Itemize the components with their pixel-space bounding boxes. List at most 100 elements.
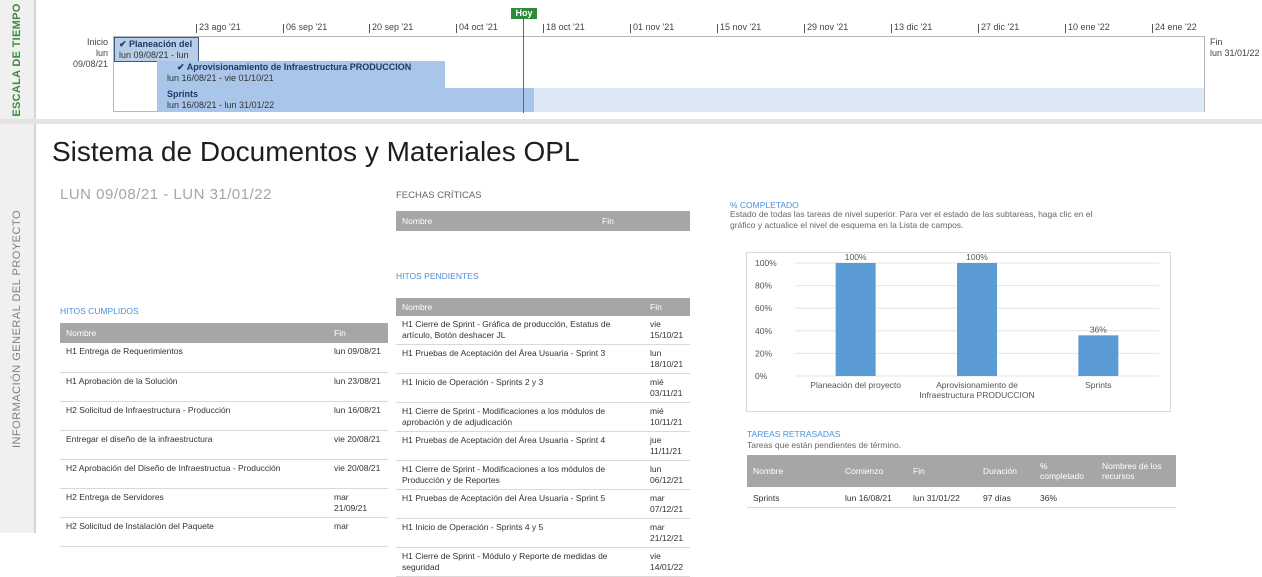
bar-data-label: 100%: [845, 253, 867, 262]
table-header-row: Nombre Fin: [60, 323, 388, 343]
cell-name: H1 Pruebas de Aceptación del Área Usuari…: [396, 431, 644, 461]
table-row[interactable]: H1 Inicio de Operación - Sprints 4 y 5 ma…: [396, 518, 690, 548]
table-header-row: Nombre Comienzo Fin Duración % completad…: [747, 455, 1176, 487]
column-header: Nombre: [60, 323, 328, 343]
column-header: Fin: [907, 455, 977, 487]
cell-end: lun 06/12/21: [644, 460, 690, 490]
cell-end: mar 21/12/21: [644, 518, 690, 548]
timeline-task-sprints[interactable]: Sprints lun 16/08/21 - lun 31/01/22: [157, 88, 534, 112]
cell-start: lun 16/08/21: [839, 487, 907, 508]
y-tick-label: 20%: [755, 348, 772, 358]
x-category-label: Aprovisionamiento de: [936, 380, 1018, 390]
timeline-side-label: ESCALA DE TIEMPO: [11, 2, 23, 117]
table-row[interactable]: H1 Cierre de Sprint - Modificaciones a l…: [396, 460, 690, 490]
x-category-label: Infraestructura PRODUCCION: [919, 390, 1034, 400]
cell-name: H2 Entrega de Servidores: [60, 488, 328, 518]
table-row[interactable]: H2 Entrega de Servidores mar 21/09/21: [60, 488, 388, 518]
cell-name: H2 Aprobación del Diseño de Infraestruct…: [60, 459, 328, 489]
completion-chart-svg[interactable]: 0% 20% 40% 60% 80% 100% 100% Planeación del pro…: [747, 252, 1172, 413]
cell-name: H1 Pruebas de Aceptación del Área Usuari…: [396, 344, 644, 374]
task-name: ✔ Planeación del: [119, 39, 193, 49]
y-tick-label: 80%: [755, 281, 772, 291]
timeline-tick: 04 oct '21: [456, 22, 498, 33]
cell-name: H1 Entrega de Requerimientos: [60, 343, 328, 373]
cell-name: H1 Cierre de Sprint - Modificaciones a l…: [396, 460, 644, 490]
table-row[interactable]: Sprints lun 16/08/21 lun 31/01/22 97 día…: [747, 487, 1176, 508]
cell-end: mié 03/11/21: [644, 373, 690, 403]
y-tick-label: 60%: [755, 303, 772, 313]
hitos-cumplidos-table[interactable]: Nombre Fin H1 Entrega de Requerimientos l…: [60, 323, 388, 547]
timeline-task-aprovisionamiento[interactable]: ✔ Aprovisionamiento de Infraestructura P…: [157, 61, 445, 88]
cell-end: lun 16/08/21: [328, 401, 388, 431]
today-line: [523, 19, 524, 113]
table-row[interactable]: H1 Pruebas de Aceptación del Área Usuari…: [396, 431, 690, 461]
table-row[interactable]: H1 Inicio de Operación - Sprints 2 y 3 mi…: [396, 373, 690, 403]
tareas-retrasadas-table[interactable]: Nombre Comienzo Fin Duración % completad…: [747, 455, 1176, 508]
table-row[interactable]: H1 Entrega de Requerimientos lun 09/08/21: [60, 343, 388, 373]
column-header: Fin: [644, 298, 690, 316]
table-row[interactable]: H1 Aprobación de la Solución lun 23/08/21: [60, 372, 388, 402]
timeline-tick: 24 ene '22: [1152, 22, 1197, 33]
timeline-end-label: Fin: [1210, 37, 1223, 47]
table-row[interactable]: H1 Pruebas de Aceptación del Área Usuari…: [396, 344, 690, 374]
timeline-tick: 06 sep '21: [282, 22, 328, 33]
task-name: ✔ Aprovisionamiento de Infraestructura P…: [177, 62, 412, 72]
tareas-retrasadas-label: TAREAS RETRASADAS: [747, 429, 841, 439]
cell-name: H2 Solicitud de Instalación del Paquete: [60, 517, 328, 547]
cell-end: vie 20/08/21: [328, 459, 388, 489]
cell-end: lun 23/08/21: [328, 372, 388, 402]
timeline-start-date: lun 09/08/21: [72, 48, 108, 69]
timeline-start-label: Inicio: [86, 37, 108, 47]
timeline-end: Fin lun 31/01/22: [1210, 37, 1260, 59]
cell-end: vie 20/08/21: [328, 430, 388, 460]
column-header: Nombres de los recursos: [1096, 455, 1176, 487]
timeline-end-date: lun 31/01/22: [1210, 48, 1260, 58]
timeline-tick: 10 ene '22: [1065, 22, 1110, 33]
table-row[interactable]: H1 Cierre de Sprint - Módulo y Reporte d…: [396, 547, 690, 577]
table-row[interactable]: Entregar el diseño de la infraestructura…: [60, 430, 388, 460]
cell-name: H1 Inicio de Operación - Sprints 2 y 3: [396, 373, 644, 403]
table-row[interactable]: H2 Solicitud de Infraestructura - Produc…: [60, 401, 388, 431]
cell-percent: 36%: [1034, 487, 1096, 508]
cell-end: jue 11/11/21: [644, 431, 690, 461]
timeline-tick: 18 oct '21: [543, 22, 585, 33]
task-dates: lun 16/08/21 - lun 31/01/22: [167, 100, 275, 110]
sprint-remaining-bar: [534, 88, 1204, 112]
cell-end: mar 21/09/21: [328, 488, 388, 518]
table-row[interactable]: H1 Cierre de Sprint - Gráfica de producc…: [396, 316, 690, 345]
bar: [835, 263, 876, 376]
timeline-task-planeacion[interactable]: ✔ Planeación del lun 09/08/21 - lun: [114, 37, 199, 62]
timeline-start: Inicio lun 09/08/21: [60, 37, 108, 70]
hitos-pendientes-table[interactable]: Nombre Fin H1 Cierre de Sprint - Gráfica…: [396, 298, 690, 577]
today-marker[interactable]: Hoy: [511, 8, 537, 19]
bar: [1078, 335, 1119, 376]
x-category-label: Sprints: [1085, 380, 1111, 390]
timeline-tick: 13 dic '21: [890, 22, 933, 33]
cell-name: H1 Inicio de Operación - Sprints 4 y 5: [396, 518, 644, 548]
x-category-label: Planeación del proyecto: [810, 380, 901, 390]
task-dates: lun 16/08/21 - vie 01/10/21: [167, 73, 274, 83]
table-row[interactable]: H2 Aprobación del Diseño de Infraestruct…: [60, 459, 388, 489]
cell-name: H1 Cierre de Sprint - Modificaciones a l…: [396, 402, 644, 432]
column-header: Duración: [977, 455, 1034, 487]
project-side-label: INFORMACIÓN GENERAL DEL PROYECTO: [11, 209, 23, 448]
fechas-criticas-table[interactable]: Nombre Fin: [396, 211, 690, 231]
column-header: Nombre: [747, 455, 839, 487]
cell-name: H1 Aprobación de la Solución: [60, 372, 328, 402]
hitos-cumplidos-label: HITOS CUMPLIDOS: [60, 306, 139, 316]
table-row[interactable]: H1 Cierre de Sprint - Modificaciones a l…: [396, 402, 690, 432]
cell-duration: 97 días: [977, 487, 1034, 508]
table-row[interactable]: H1 Pruebas de Aceptación del Área Usuari…: [396, 489, 690, 519]
report-title[interactable]: Sistema de Documentos y Materiales OPL: [52, 136, 580, 168]
timeline-tick: 29 nov '21: [803, 22, 849, 33]
timeline-tick: 23 ago '21: [196, 22, 241, 33]
completion-chart[interactable]: 0% 20% 40% 60% 80% 100% 100% Planeación del pro…: [746, 252, 1171, 412]
cell-name: Entregar el diseño de la infraestructura: [60, 430, 328, 460]
y-tick-label: 0%: [755, 371, 768, 381]
cell-end: mar: [328, 517, 388, 547]
cell-name: H2 Solicitud de Infraestructura - Produc…: [60, 401, 328, 431]
table-row[interactable]: H2 Solicitud de Instalación del Paquete m…: [60, 517, 388, 547]
timeline-side-strip: ESCALA DE TIEMPO: [0, 0, 36, 119]
timeline-tick: 20 sep '21: [368, 22, 414, 33]
task-dates: lun 09/08/21 - lun: [119, 50, 189, 60]
